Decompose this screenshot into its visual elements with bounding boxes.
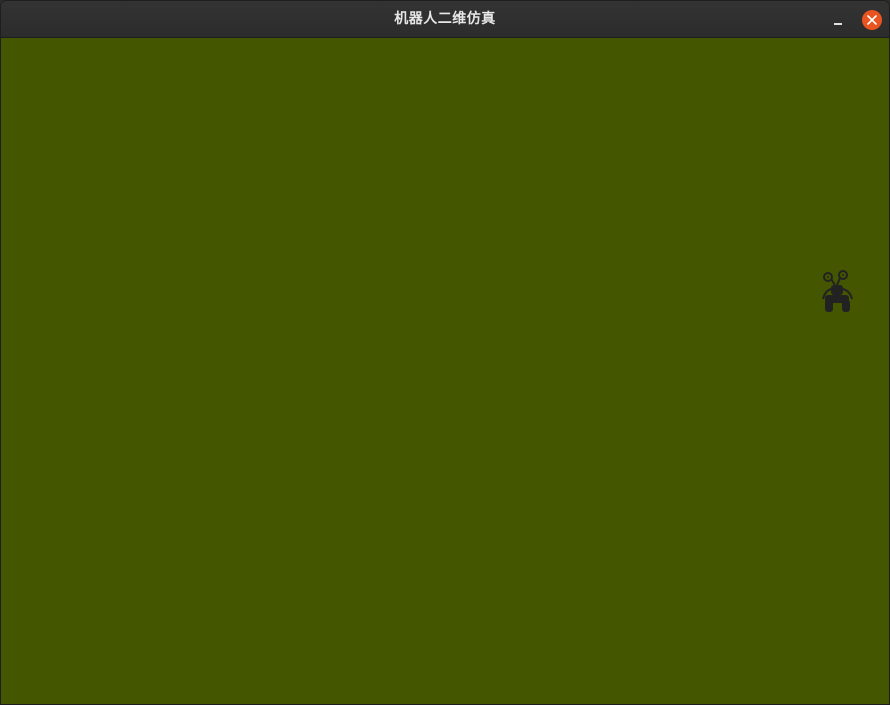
close-button[interactable] [862, 10, 882, 30]
minimize-icon [834, 23, 842, 25]
simulation-canvas[interactable] [1, 38, 889, 704]
robot-icon [822, 270, 853, 312]
window-title: 机器人二维仿真 [394, 11, 496, 27]
close-icon [867, 15, 877, 25]
app-window: 机器人二维仿真 [0, 0, 890, 705]
minimize-button[interactable] [828, 10, 848, 30]
title-bar[interactable]: 机器人二维仿真 [1, 1, 889, 38]
